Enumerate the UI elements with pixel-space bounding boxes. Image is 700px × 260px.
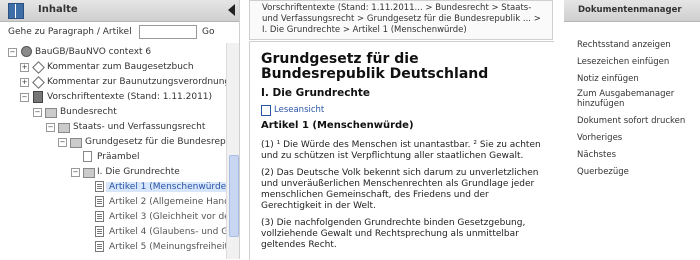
tree-item-label: Vorschriftentexte (Stand: 1.11.2011): [47, 92, 213, 102]
expand-toggle-icon[interactable]: +: [20, 78, 29, 87]
tree-item-kommentar-baunvo[interactable]: + Kommentar zur Baunutzungsverordnung: [20, 75, 226, 90]
collapse-toggle-icon[interactable]: −: [8, 48, 17, 57]
collapse-toggle-icon[interactable]: −: [20, 93, 29, 102]
contents-title: Inhalte: [38, 4, 78, 15]
tree-item-label: Artikel 2 (Allgemeine Handlu: [109, 197, 226, 207]
add-to-output-manager-link[interactable]: Zum Ausgabemanager hinzufügen: [577, 89, 695, 109]
tree-item-artikel-5[interactable]: Artikel 5 (Meinungsfreiheit): [95, 240, 226, 255]
section-heading: I. Die Grundrechte: [261, 87, 371, 99]
tree-item-label: Grundgesetz für die Bundesrepublik: [85, 137, 226, 147]
document-icon: [95, 181, 104, 192]
insert-bookmark-link[interactable]: Lesezeichen einfügen: [577, 57, 695, 67]
collapse-arrow-icon[interactable]: [228, 4, 235, 16]
document-manager-panel: Dokumentenmanager Rechtsstand anzeigen L…: [564, 0, 700, 259]
document-icon: [95, 196, 104, 207]
contents-tree: − BauGB/BauNVO context 6 + Kommentar zum…: [0, 43, 226, 259]
tree-item-artikel-1[interactable]: Artikel 1 (Menschenwürde): [95, 180, 226, 195]
reading-view-icon: [261, 105, 271, 116]
insert-note-link[interactable]: Notiz einfügen: [577, 74, 695, 84]
tree-item-label: I. Die Grundrechte: [97, 167, 180, 177]
show-legal-status-link[interactable]: Rechtsstand anzeigen: [577, 40, 695, 50]
cross-references-link[interactable]: Querbezüge: [577, 167, 695, 177]
print-document-link[interactable]: Dokument sofort drucken: [577, 116, 695, 126]
tree-item-label: BauGB/BauNVO context 6: [35, 47, 152, 57]
paragraph-1: (1) ¹ Die Würde des Menschen ist unantas…: [261, 140, 541, 161]
page-icon: [83, 151, 92, 162]
collapse-toggle-icon[interactable]: −: [46, 123, 55, 132]
tree-item-artikel-2[interactable]: Artikel 2 (Allgemeine Handlu: [95, 195, 226, 210]
contents-panel: Inhalte Gehe zu Paragraph / Artikel Go −…: [0, 0, 240, 259]
collapse-toggle-icon[interactable]: −: [71, 168, 80, 177]
tree-item-label: Artikel 1 (Menschenwürde): [106, 182, 226, 192]
tree-item-label: Artikel 5 (Meinungsfreiheit): [109, 242, 226, 252]
tree-scrollbar[interactable]: [226, 43, 239, 259]
tree-item-label: Präambel: [97, 152, 140, 162]
collapse-toggle-icon[interactable]: −: [33, 108, 42, 117]
tree-item-label: Artikel 4 (Glaubens- und Ges: [109, 227, 226, 237]
tree-item-staatsrecht[interactable]: − Staats- und Verfassungsrecht: [46, 120, 223, 135]
previous-link[interactable]: Vorheriges: [577, 133, 695, 143]
document-icon: [95, 241, 104, 252]
folder-icon: [83, 168, 95, 178]
reading-view-label[interactable]: Leseansicht: [274, 105, 324, 115]
tree-item-praeambel[interactable]: Präambel: [83, 150, 223, 165]
tree-item-label: Staats- und Verfassungsrecht: [73, 122, 206, 132]
go-button[interactable]: Go: [202, 27, 214, 37]
book-icon: [33, 91, 43, 103]
tree-item-label: Kommentar zum Baugesetzbuch: [47, 62, 194, 72]
article-heading: Artikel 1 (Menschenwürde): [261, 120, 414, 131]
document-icon: [95, 211, 104, 222]
document-title: Grundgesetz für die Bundesrepublik Deuts…: [261, 51, 489, 82]
document-icon: [95, 226, 104, 237]
diamond-icon: [32, 76, 45, 89]
tree-item-label: Artikel 3 (Gleichheit vor der: [109, 212, 226, 222]
tree-item-label: Bundesrecht: [60, 107, 117, 117]
tree-item-kommentar-baugb[interactable]: + Kommentar zum Baugesetzbuch: [20, 60, 223, 75]
tree-item-grundrechte[interactable]: − I. Die Grundrechte: [71, 165, 223, 180]
goto-input[interactable]: [139, 25, 197, 39]
document-area: Vorschriftentexte (Stand: 1.11.2011... >…: [249, 0, 554, 260]
tree-item-artikel-3[interactable]: Artikel 3 (Gleichheit vor der: [95, 210, 226, 225]
gear-icon: [21, 46, 32, 57]
folder-icon: [58, 123, 70, 133]
collapse-toggle-icon[interactable]: −: [58, 138, 67, 147]
tree-item-grundgesetz[interactable]: − Grundgesetz für die Bundesrepublik: [58, 135, 226, 150]
document-manager-title: Dokumentenmanager: [578, 5, 682, 15]
folder-icon: [45, 108, 57, 118]
tree-item-label: Kommentar zur Baunutzungsverordnung: [47, 77, 226, 87]
document-manager-header: Dokumentenmanager: [564, 0, 700, 22]
goto-bar: Gehe zu Paragraph / Artikel Go: [8, 25, 231, 41]
tree-item-baugb[interactable]: − BauGB/BauNVO context 6: [8, 45, 223, 60]
next-link[interactable]: Nächstes: [577, 150, 695, 160]
folder-icon: [70, 138, 82, 148]
document-content: Grundgesetz für die Bundesrepublik Deuts…: [249, 41, 554, 260]
breadcrumb: Vorschriftentexte (Stand: 1.11.2011... >…: [249, 0, 553, 40]
expand-toggle-icon[interactable]: +: [20, 63, 29, 72]
diamond-icon: [32, 61, 45, 74]
contents-header: Inhalte: [0, 0, 239, 22]
breadcrumb-text[interactable]: Vorschriftentexte (Stand: 1.11.2011... >…: [262, 3, 547, 36]
goto-label: Gehe zu Paragraph / Artikel: [8, 27, 132, 37]
tree-item-artikel-4[interactable]: Artikel 4 (Glaubens- und Ges: [95, 225, 226, 240]
tree-item-vorschriftentexte[interactable]: − Vorschriftentexte (Stand: 1.11.2011): [20, 90, 223, 105]
paragraph-3: (3) Die nachfolgenden Grundrechte binden…: [261, 218, 526, 250]
paragraph-2: (2) Das Deutsche Volk bekennt sich darum…: [261, 168, 539, 211]
tree-item-bundesrecht[interactable]: − Bundesrecht: [33, 105, 223, 120]
book-icon: [8, 3, 24, 19]
scrollbar-thumb[interactable]: [229, 155, 239, 237]
